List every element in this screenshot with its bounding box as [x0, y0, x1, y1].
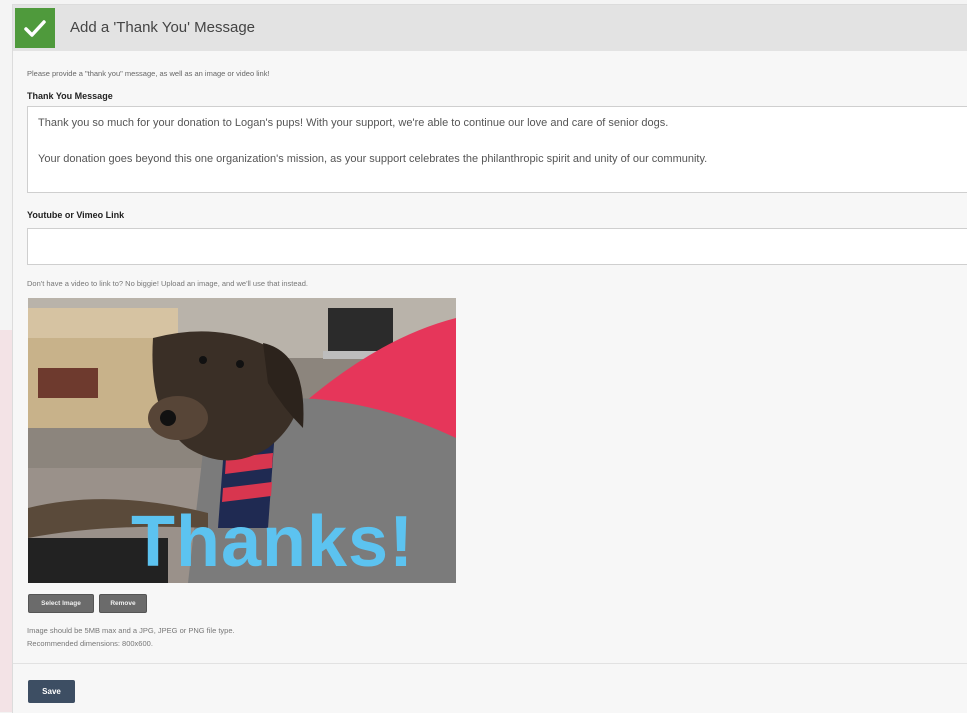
recommended-dimensions: Recommended dimensions: 800x600.: [27, 639, 153, 648]
image-requirements: Image should be 5MB max and a JPG, JPEG …: [27, 626, 235, 635]
upload-hint: Don't have a video to link to? No biggie…: [27, 279, 308, 288]
save-button[interactable]: Save: [28, 680, 75, 703]
message-paragraph: Thank you so much for your donation to L…: [38, 117, 669, 129]
thank-you-panel: Add a 'Thank You' Message Please provide…: [12, 4, 967, 713]
panel-title: Add a 'Thank You' Message: [70, 19, 256, 36]
thank-you-message-textarea[interactable]: Thank you so much for your donation to L…: [27, 106, 967, 193]
form-instruction: Please provide a "thank you" message, as…: [27, 69, 270, 78]
uploaded-image-preview: Thanks!: [28, 298, 456, 583]
video-link-label: Youtube or Vimeo Link: [27, 210, 125, 220]
footer-divider: [13, 663, 967, 664]
message-label: Thank You Message: [27, 91, 113, 101]
select-image-button[interactable]: Select Image: [28, 594, 94, 613]
video-link-input[interactable]: [27, 228, 967, 265]
panel-header: Add a 'Thank You' Message: [13, 5, 967, 51]
background-edge: [0, 330, 12, 712]
image-overlay-text: Thanks!: [131, 502, 415, 582]
remove-image-button[interactable]: Remove: [99, 594, 147, 613]
message-paragraph: Your donation goes beyond this one organ…: [38, 153, 708, 165]
checkmark-icon: [15, 8, 55, 48]
